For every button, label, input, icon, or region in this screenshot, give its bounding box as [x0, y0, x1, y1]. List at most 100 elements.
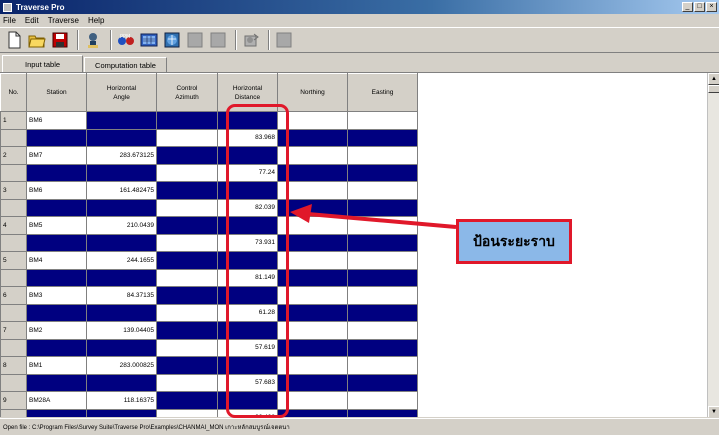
control-azimuth-cell-empty[interactable]: [156, 198, 218, 217]
control-azimuth-cell-empty[interactable]: [156, 338, 218, 357]
easting-cell-empty[interactable]: [347, 373, 418, 392]
tab-computation-table[interactable]: Computation table: [84, 57, 167, 72]
menu-traverse[interactable]: Traverse: [48, 16, 79, 25]
easting-cell[interactable]: [347, 321, 418, 340]
ppm-icon[interactable]: PPM: [116, 30, 136, 50]
control-azimuth-cell-empty[interactable]: [156, 163, 218, 182]
horizontal-angle-cell[interactable]: 139.04405: [86, 321, 157, 340]
easting-cell-empty[interactable]: [347, 338, 418, 357]
horizontal-angle-cell[interactable]: 244.1655: [86, 251, 157, 270]
easting-cell[interactable]: [347, 181, 418, 200]
easting-cell[interactable]: [347, 356, 418, 375]
control-azimuth-cell[interactable]: [156, 356, 218, 375]
easting-cell-empty[interactable]: [347, 268, 418, 287]
row-number-empty[interactable]: [0, 268, 27, 287]
row-number-empty[interactable]: [0, 233, 27, 252]
easting-cell-empty[interactable]: [347, 128, 418, 147]
scroll-thumb[interactable]: [708, 85, 719, 93]
control-azimuth-cell[interactable]: [156, 391, 218, 410]
menu-help[interactable]: Help: [88, 16, 104, 25]
station-cell-empty[interactable]: [26, 303, 87, 322]
horizontal-angle-cell[interactable]: 84.37135: [86, 286, 157, 305]
horizontal-angle-cell-empty[interactable]: [86, 268, 157, 287]
station-cell[interactable]: BM7: [26, 146, 87, 165]
horizontal-angle-cell-empty[interactable]: [86, 198, 157, 217]
station-cell-empty[interactable]: [26, 373, 87, 392]
row-number-empty[interactable]: [0, 338, 27, 357]
control-azimuth-cell[interactable]: [156, 111, 218, 130]
control-azimuth-cell-empty[interactable]: [156, 303, 218, 322]
easting-cell-empty[interactable]: [347, 163, 418, 182]
horizontal-angle-cell[interactable]: [86, 111, 157, 130]
close-button[interactable]: ×: [706, 2, 717, 12]
station-cell[interactable]: BM4: [26, 251, 87, 270]
row-number[interactable]: 5: [0, 251, 27, 270]
row-number-empty[interactable]: [0, 303, 27, 322]
row-number-empty[interactable]: [0, 163, 27, 182]
horizontal-angle-cell-empty[interactable]: [86, 338, 157, 357]
globe-icon[interactable]: [162, 30, 182, 50]
row-number[interactable]: 2: [0, 146, 27, 165]
station-cell[interactable]: BM2: [26, 321, 87, 340]
control-azimuth-cell-empty[interactable]: [156, 268, 218, 287]
row-number-empty[interactable]: [0, 198, 27, 217]
row-number[interactable]: 1: [0, 111, 27, 130]
control-azimuth-cell-empty[interactable]: [156, 408, 218, 417]
easting-cell[interactable]: [347, 391, 418, 410]
row-number[interactable]: 4: [0, 216, 27, 235]
calculator-icon[interactable]: [139, 30, 159, 50]
disabled-icon[interactable]: [185, 30, 205, 50]
easting-cell-empty[interactable]: [347, 408, 418, 417]
control-azimuth-cell[interactable]: [156, 146, 218, 165]
column-header-control-azimuth[interactable]: Control Azimuth: [156, 73, 218, 112]
horizontal-angle-cell-empty[interactable]: [86, 233, 157, 252]
control-azimuth-cell-empty[interactable]: [156, 373, 218, 392]
disabled-icon[interactable]: [208, 30, 228, 50]
station-cell[interactable]: BM3: [26, 286, 87, 305]
easting-cell[interactable]: [347, 111, 418, 130]
easting-cell-empty[interactable]: [347, 303, 418, 322]
control-azimuth-cell[interactable]: [156, 251, 218, 270]
horizontal-angle-cell-empty[interactable]: [86, 373, 157, 392]
row-number-empty[interactable]: [0, 408, 27, 417]
export-icon[interactable]: [241, 30, 261, 50]
row-number-empty[interactable]: [0, 373, 27, 392]
horizontal-angle-cell[interactable]: 118.16375: [86, 391, 157, 410]
control-azimuth-cell-empty[interactable]: [156, 233, 218, 252]
row-number[interactable]: 8: [0, 356, 27, 375]
wizard-icon[interactable]: [83, 30, 103, 50]
control-azimuth-cell[interactable]: [156, 286, 218, 305]
column-header-no[interactable]: No.: [0, 73, 27, 112]
column-header-easting[interactable]: Easting: [347, 73, 418, 112]
control-azimuth-cell[interactable]: [156, 181, 218, 200]
station-cell-empty[interactable]: [26, 198, 87, 217]
station-cell[interactable]: BM5: [26, 216, 87, 235]
easting-cell[interactable]: [347, 146, 418, 165]
horizontal-angle-cell-empty[interactable]: [86, 163, 157, 182]
minimize-button[interactable]: _: [682, 2, 693, 12]
menu-file[interactable]: File: [3, 16, 16, 25]
station-cell-empty[interactable]: [26, 163, 87, 182]
station-cell[interactable]: BM1: [26, 356, 87, 375]
column-header-station[interactable]: Station: [26, 73, 87, 112]
menu-edit[interactable]: Edit: [25, 16, 39, 25]
station-cell-empty[interactable]: [26, 338, 87, 357]
maximize-button[interactable]: □: [694, 2, 705, 12]
station-cell-empty[interactable]: [26, 268, 87, 287]
horizontal-angle-cell[interactable]: 283.673125: [86, 146, 157, 165]
horizontal-angle-cell-empty[interactable]: [86, 408, 157, 417]
scroll-up-button[interactable]: ▲: [708, 73, 719, 85]
easting-cell[interactable]: [347, 251, 418, 270]
horizontal-angle-cell[interactable]: 161.482475: [86, 181, 157, 200]
station-cell[interactable]: BM6: [26, 181, 87, 200]
horizontal-angle-cell-empty[interactable]: [86, 128, 157, 147]
row-number[interactable]: 3: [0, 181, 27, 200]
station-cell-empty[interactable]: [26, 128, 87, 147]
easting-cell[interactable]: [347, 286, 418, 305]
row-number[interactable]: 7: [0, 321, 27, 340]
open-folder-icon[interactable]: [27, 30, 47, 50]
column-header-horizontal-angle[interactable]: Horizontal Angle: [86, 73, 157, 112]
tab-input-table[interactable]: Input table: [2, 55, 84, 72]
disabled-icon[interactable]: [274, 30, 294, 50]
station-cell[interactable]: BM6: [26, 111, 87, 130]
